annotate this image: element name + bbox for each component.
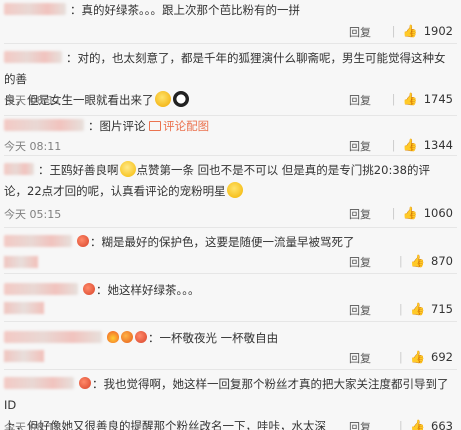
- like-button[interactable]: | 👍 1344: [392, 138, 453, 152]
- reply-button[interactable]: 回复: [349, 138, 371, 154]
- thumbs-up-icon: 👍: [402, 92, 418, 106]
- comment-item: ：我也觉得啊，她这样一回复那个粉丝才真的把大家关注度都引导到了ID 上，但好像她…: [0, 370, 461, 430]
- comment-text-line1a: ：王鸥好善良啊: [38, 163, 119, 177]
- crying-emoji-icon: [119, 161, 136, 177]
- username-blurred[interactable]: [4, 377, 74, 389]
- like-count: 870: [431, 254, 453, 268]
- fan-badge-icon: [83, 283, 95, 295]
- comment-text: ：真的好绿茶。。。跟上次那个芭比粉有的一拼: [70, 3, 300, 17]
- reply-button[interactable]: 回复: [349, 92, 371, 108]
- like-count: 1344: [423, 138, 453, 152]
- thumbs-up-icon: 👍: [410, 350, 426, 364]
- fan-badge-icon: [135, 331, 147, 343]
- comment-item: ：她这样好绿茶。。。 回复 | 👍 715: [0, 274, 461, 322]
- thumbs-up-icon: 👍: [402, 138, 418, 152]
- like-count: 1060: [423, 206, 453, 220]
- fan-badge-icon: [77, 235, 89, 247]
- picture-icon: [149, 121, 162, 131]
- comment-feed: ：真的好绿茶。。。跟上次那个芭比粉有的一拼 回复 | 👍 1902 ：对的，也太刻…: [0, 0, 461, 430]
- thumbs-up-icon: 👍: [402, 24, 418, 38]
- like-button[interactable]: | 👍 663: [399, 419, 453, 430]
- comment-item: ：真的好绿茶。。。跟上次那个芭比粉有的一拼 回复 | 👍 1902: [0, 0, 461, 44]
- timestamp: 今天 08:12: [4, 421, 62, 430]
- flame-badge-icon: [107, 331, 119, 343]
- like-count: 663: [431, 419, 453, 430]
- like-button[interactable]: | 👍 715: [399, 302, 453, 316]
- comment-text: ：糊是最好的保护色，这要是随便一流量早被骂死了: [90, 235, 355, 249]
- comment-item: ：图片评论 评论配图 今天 08:11 回复 | 👍 1344: [0, 116, 461, 156]
- comment-text-line1: ：对的，也太刻意了，都是千年的狐狸演什么聊斋呢，男生可能觉得这种女的善: [4, 51, 446, 86]
- thumbs-up-icon: 👍: [410, 302, 426, 316]
- image-comment-link[interactable]: 评论配图: [149, 119, 209, 133]
- comment-item: ：对的，也太刻意了，都是千年的狐狸演什么聊斋呢，男生可能觉得这种女的善 良，但是…: [0, 44, 461, 116]
- comment-text-block: ：图片评论 评论配图: [4, 116, 455, 137]
- reply-button[interactable]: 回复: [349, 254, 371, 270]
- username-blurred[interactable]: [4, 331, 102, 343]
- comment-text-block: ：真的好绿茶。。。跟上次那个芭比粉有的一拼: [4, 0, 455, 21]
- comment-text-line2: 论，22点才回的呢，认真看评论的宠粉明星: [4, 184, 226, 198]
- comment-text-block: ：糊是最好的保护色，这要是随便一流量早被骂死了: [4, 232, 455, 253]
- username-blurred[interactable]: [4, 119, 84, 131]
- comment-footer: 回复 | 👍 715: [4, 302, 453, 320]
- thumbs-up-icon: 👍: [410, 254, 426, 268]
- timestamp-blurred: [4, 256, 38, 268]
- comment-footer: 回复 | 👍 870: [4, 254, 453, 272]
- reply-button[interactable]: 回复: [349, 302, 371, 318]
- timestamp: 今天 08:11: [4, 94, 62, 107]
- reply-button[interactable]: 回复: [349, 350, 371, 366]
- comment-footer: 今天 08:12 回复 | 👍 663: [4, 419, 453, 430]
- like-button[interactable]: | 👍 692: [399, 350, 453, 364]
- comment-item: ：糊是最好的保护色，这要是随便一流量早被骂死了 回复 | 👍 870: [0, 228, 461, 274]
- comment-text-line1b: 点赞第一条 回也不是不可以 但是真的是专门挑20:38的评: [136, 163, 430, 177]
- comment-text: ：图片评论: [88, 119, 146, 133]
- comment-item: ：一杯敬夜光 一杯敬自由 回复 | 👍 692: [0, 322, 461, 370]
- comment-text-block: ：她这样好绿茶。。。: [4, 280, 455, 301]
- reply-button[interactable]: 回复: [349, 419, 371, 430]
- shy-emoji-icon: [226, 182, 243, 198]
- like-count: 715: [431, 302, 453, 316]
- fan-badge-icon: [79, 377, 91, 389]
- vip-badge-icon: [121, 331, 133, 343]
- username-blurred[interactable]: [4, 235, 72, 247]
- username-blurred[interactable]: [4, 163, 34, 175]
- reply-button[interactable]: 回复: [349, 206, 371, 222]
- like-button[interactable]: | 👍 1902: [392, 24, 453, 38]
- timestamp: 今天 05:15: [4, 208, 62, 221]
- comment-text: ：她这样好绿茶。。。: [96, 283, 200, 297]
- comment-text-block: ：王鸥好善良啊 点赞第一条 回也不是不可以 但是真的是专门挑20:38的评 论，2…: [4, 160, 455, 202]
- username-blurred[interactable]: [4, 51, 62, 63]
- timestamp: 今天 08:11: [4, 140, 62, 153]
- comment-text: ：一杯敬夜光 一杯敬自由: [148, 331, 279, 345]
- comment-footer: 回复 | 👍 692: [4, 350, 453, 368]
- comment-footer: 回复 | 👍 1902: [4, 24, 453, 42]
- like-button[interactable]: | 👍 1745: [392, 92, 453, 106]
- thumbs-up-icon: 👍: [402, 206, 418, 220]
- like-count: 692: [431, 350, 453, 364]
- like-button[interactable]: | 👍 870: [399, 254, 453, 268]
- thumbs-up-icon: 👍: [410, 419, 426, 430]
- like-count: 1745: [423, 92, 453, 106]
- comment-footer: 今天 08:11 回复 | 👍 1745: [4, 92, 453, 110]
- timestamp-blurred: [4, 302, 44, 316]
- comment-footer: 今天 05:15 回复 | 👍 1060: [4, 206, 453, 224]
- like-button[interactable]: | 👍 1060: [392, 206, 453, 220]
- comment-item: ：王鸥好善良啊 点赞第一条 回也不是不可以 但是真的是专门挑20:38的评 论，2…: [0, 156, 461, 228]
- timestamp-blurred: [4, 350, 44, 364]
- username-blurred[interactable]: [4, 283, 78, 295]
- like-count: 1902: [423, 24, 453, 38]
- comment-footer: 今天 08:11 回复 | 👍 1344: [4, 138, 453, 156]
- reply-button[interactable]: 回复: [349, 24, 371, 40]
- username-blurred[interactable]: [4, 3, 66, 15]
- comment-text-block: ：一杯敬夜光 一杯敬自由: [4, 328, 455, 349]
